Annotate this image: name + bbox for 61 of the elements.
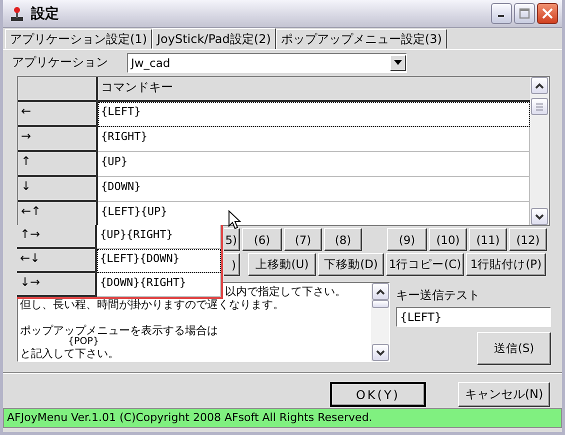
number-button[interactable]: (12) — [509, 228, 547, 251]
column-header: コマンドキー — [98, 77, 530, 102]
tab[interactable]: JoyStick/Pad設定(2) — [152, 28, 276, 50]
row-header: ↓ — [18, 177, 98, 202]
help-text-line: ポップアップメニューを表示する場合は — [20, 324, 219, 337]
window-title: 設定 — [31, 4, 60, 22]
cancel-button[interactable]: キャンセル(N) — [458, 382, 550, 407]
ok-button[interactable]: OK(Y) — [330, 382, 426, 407]
action-button[interactable]: 1行コピー(C) — [386, 253, 464, 276]
action-button[interactable]: 1行貼付け(P) — [466, 253, 546, 276]
number-button[interactable]: (6) — [242, 228, 282, 251]
table-cell[interactable]: {LEFT} — [98, 102, 530, 127]
key-test-label: キー送信テスト — [396, 287, 481, 304]
application-label: アプリケーション — [12, 54, 109, 71]
row-header: ↑→ — [17, 225, 97, 249]
status-bar: AFJoyMenu Ver.1.01 (C)Copyright 2008 AFsoft All Rights Reserved. — [3, 408, 562, 428]
scrollbar[interactable] — [371, 283, 389, 361]
action-button[interactable]: 上移動(U) — [248, 253, 316, 276]
help-text-line: 以内で指定して下さい。 — [225, 285, 347, 298]
send-button[interactable]: 送信(S) — [477, 332, 551, 365]
close-icon — [542, 8, 553, 19]
mouse-pointer-icon — [228, 210, 241, 230]
table-cell[interactable]: {DOWN}{RIGHT} — [97, 273, 221, 297]
action-button[interactable]: ) — [224, 253, 240, 276]
row-header: ↑ — [18, 152, 98, 177]
number-button[interactable]: (9) — [387, 228, 427, 251]
row-header: ← — [18, 102, 98, 127]
key-test-field[interactable]: {LEFT} — [396, 307, 551, 327]
dropdown-arrow-icon — [394, 60, 402, 65]
number-button[interactable]: (8) — [324, 228, 362, 251]
table-cell[interactable]: {RIGHT} — [98, 127, 530, 152]
close-button[interactable] — [537, 3, 558, 24]
number-button[interactable]: (10) — [429, 228, 467, 251]
scroll-up-icon — [376, 288, 384, 294]
row-header: ↓→ — [17, 273, 97, 297]
scroll-down-icon — [535, 214, 544, 220]
number-button[interactable]: (7) — [284, 228, 322, 251]
app-icon — [9, 6, 25, 22]
scrollbar[interactable] — [530, 77, 549, 225]
minimize-button[interactable] — [491, 3, 512, 24]
number-button[interactable]: (11) — [469, 228, 507, 251]
number-button[interactable]: 5) — [224, 228, 240, 251]
table-cell[interactable]: {DOWN} — [98, 177, 530, 202]
scroll-thumb[interactable] — [372, 300, 388, 308]
table-cell[interactable]: {UP}{RIGHT} — [97, 225, 221, 249]
maximize-icon — [519, 8, 530, 19]
table-cell[interactable]: {LEFT}{DOWN} — [97, 249, 221, 273]
action-button[interactable]: 下移動(D) — [318, 253, 384, 276]
table-cell[interactable]: {UP} — [98, 152, 530, 177]
scroll-down-icon — [376, 350, 384, 356]
help-text-line: と記入して下さい。 — [20, 347, 120, 360]
row-header: → — [18, 127, 98, 152]
help-text-line: {POP} — [68, 337, 100, 347]
scroll-thumb-icon — [535, 102, 544, 110]
scroll-up-icon — [535, 82, 544, 88]
row-header: ←↓ — [17, 249, 97, 273]
row-header: ←↑ — [18, 202, 98, 225]
tab[interactable]: ポップアップメニュー設定(3) — [276, 29, 447, 49]
tab[interactable]: アプリケーション設定(1) — [5, 29, 152, 49]
application-dropdown[interactable]: Jw_cad — [127, 52, 407, 72]
help-text-line: 但し、長い程、時間が掛かりますので遅くなります。 — [20, 298, 285, 311]
